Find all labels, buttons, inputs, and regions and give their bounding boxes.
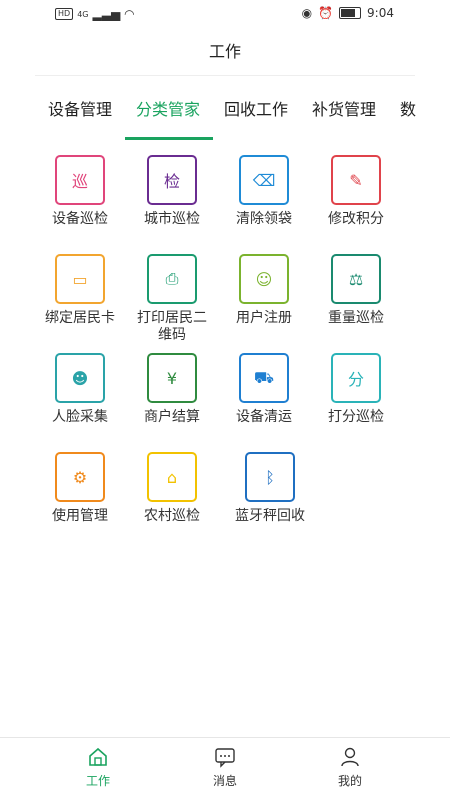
tab-device-management[interactable]: 设备管理 xyxy=(48,96,112,120)
status-bar: HD 4G ▂▃▅ ◠ ◉ ⏰ 9:04 xyxy=(0,0,450,28)
tabbar-item-work[interactable]: 工作 xyxy=(58,746,138,789)
alarm-icon: ⏰ xyxy=(318,6,334,20)
tabbar-item-messages[interactable]: 消息 xyxy=(185,746,265,789)
grid-item-edit-points[interactable]: ✎ 修改积分 xyxy=(316,155,396,228)
page-title: 工作 xyxy=(208,42,241,61)
tab-restock-management[interactable]: 补货管理 xyxy=(312,96,376,120)
wifi-icon: ◠ xyxy=(124,7,135,21)
grid-item-merchant-settlement[interactable]: ¥ 商户结算 xyxy=(132,353,212,426)
active-tab-indicator xyxy=(125,137,213,140)
scale-icon: ⚖ xyxy=(331,254,381,304)
grid-item-usage-management[interactable]: ⚙ 使用管理 xyxy=(40,452,120,525)
clock-time: 9:04 xyxy=(367,6,394,20)
home-icon xyxy=(87,746,109,768)
printer-icon: ⎙ xyxy=(147,254,197,304)
tab-data[interactable]: 数 xyxy=(400,96,416,120)
user-register-icon: ☺ xyxy=(239,254,289,304)
signal-icon: ▂▃▅ xyxy=(92,7,121,21)
bottom-tab-bar: 工作 消息 我的 xyxy=(0,737,450,800)
grid-item-device-inspection[interactable]: 巡 设备巡检 xyxy=(40,155,120,228)
tabbar-item-mine[interactable]: 我的 xyxy=(310,746,390,789)
eraser-icon: ⌫ xyxy=(239,155,289,205)
title-divider xyxy=(35,75,415,76)
tab-classification-manager[interactable]: 分类管家 xyxy=(136,96,200,120)
score-inspection-icon: 分 xyxy=(331,353,381,403)
edit-points-icon: ✎ xyxy=(331,155,381,205)
tabbar-label-mine: 我的 xyxy=(337,774,362,788)
grid-item-print-qrcode[interactable]: ⎙ 打印居民二维码 xyxy=(132,254,212,344)
usage-management-icon: ⚙ xyxy=(55,452,105,502)
tab-recycling-work[interactable]: 回收工作 xyxy=(224,96,288,120)
grid-item-bluetooth-scale-recycle[interactable]: ᛒ 蓝牙秤回收 xyxy=(230,452,310,525)
face-capture-icon: ☻ xyxy=(55,353,105,403)
city-inspection-icon: 检 xyxy=(147,155,197,205)
grid-item-clear-bags[interactable]: ⌫ 清除领袋 xyxy=(224,155,304,228)
grid-item-device-cleanup[interactable]: ⛟ 设备清运 xyxy=(224,353,304,426)
category-tabs: 设备管理 分类管家 回收工作 补货管理 数 xyxy=(48,96,450,140)
tabbar-label-messages: 消息 xyxy=(212,774,237,788)
truck-icon: ⛟ xyxy=(239,353,289,403)
grid-item-score-inspection[interactable]: 分 打分巡检 xyxy=(316,353,396,426)
message-icon xyxy=(214,746,236,768)
merchant-settlement-icon: ¥ xyxy=(147,353,197,403)
tabbar-label-work: 工作 xyxy=(85,774,110,788)
bind-card-icon: ▭ xyxy=(55,254,105,304)
network-label: 4G xyxy=(77,9,89,19)
hd-icon: HD xyxy=(55,8,74,20)
grid-item-user-register[interactable]: ☺ 用户注册 xyxy=(224,254,304,327)
grid-item-face-capture[interactable]: ☻ 人脸采集 xyxy=(40,353,120,426)
eye-icon: ◉ xyxy=(301,6,313,20)
device-inspection-icon: 巡 xyxy=(55,155,105,205)
battery-icon xyxy=(339,7,362,19)
grid-item-rural-inspection[interactable]: ⌂ 农村巡检 xyxy=(132,452,212,525)
grid-item-city-inspection[interactable]: 检 城市巡检 xyxy=(132,155,212,228)
profile-icon xyxy=(339,746,361,768)
grid-item-weight-inspection[interactable]: ⚖ 重量巡检 xyxy=(316,254,396,327)
grid-item-bind-card[interactable]: ▭ 绑定居民卡 xyxy=(40,254,120,327)
rural-inspection-icon: ⌂ xyxy=(147,452,197,502)
bluetooth-scale-icon: ᛒ xyxy=(245,452,295,502)
